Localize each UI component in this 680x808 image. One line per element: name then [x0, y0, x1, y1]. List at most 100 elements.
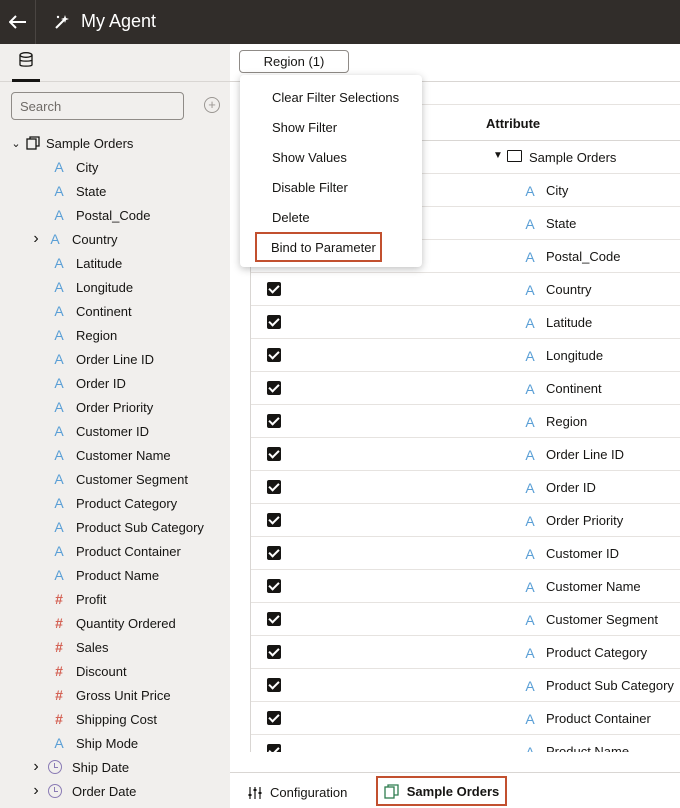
chevron-right-icon[interactable]: ›: [30, 782, 42, 800]
sidebar-item[interactable]: A Product Name: [52, 564, 159, 586]
sidebar-item[interactable]: # Profit: [52, 588, 106, 610]
sidebar-item[interactable]: A Product Sub Category: [52, 516, 204, 538]
sidebar-item[interactable]: A Latitude: [52, 252, 122, 274]
sidebar-item-label: Order Date: [72, 783, 137, 799]
sidebar-item[interactable]: A Order Priority: [52, 396, 153, 418]
sidebar-item[interactable]: # Sales: [52, 636, 109, 658]
sidebar-item-label: Discount: [76, 663, 127, 679]
region-filter-pill[interactable]: Region (1): [239, 50, 349, 73]
page-title: My Agent: [81, 11, 157, 31]
text-type-icon: A: [525, 744, 535, 752]
row-checkbox[interactable]: [267, 414, 281, 428]
menu-item[interactable]: Bind to Parameter: [255, 232, 382, 262]
grid-row-label: Order Priority: [546, 513, 624, 528]
table-row: A Order Priority: [251, 504, 680, 537]
database-icon[interactable]: [12, 52, 40, 82]
sidebar-item-label: Order Priority: [76, 399, 154, 415]
add-circle-icon[interactable]: +: [204, 97, 220, 113]
table-row: A Customer Segment: [251, 603, 680, 636]
tree-root[interactable]: ⌄ Sample Orders: [10, 132, 133, 154]
caret-down-icon[interactable]: ▼: [493, 150, 503, 161]
sidebar-item-label: Product Container: [76, 543, 181, 559]
row-checkbox[interactable]: [267, 381, 281, 395]
row-checkbox[interactable]: [267, 282, 281, 296]
text-type-icon: A: [50, 231, 60, 247]
text-type-icon: A: [525, 579, 535, 595]
sidebar-item-label: Postal_Code: [76, 207, 151, 223]
sidebar-item[interactable]: A Continent: [52, 300, 132, 322]
sidebar-item[interactable]: A State: [52, 180, 106, 202]
sidebar-item[interactable]: A City: [52, 156, 98, 178]
sidebar-tabs: [0, 44, 230, 82]
grid-row-label: Postal_Code: [546, 249, 621, 264]
row-checkbox[interactable]: [267, 447, 281, 461]
sidebar-item-label: Product Sub Category: [76, 519, 204, 535]
row-checkbox[interactable]: [267, 315, 281, 329]
sidebar-item[interactable]: › A Country: [30, 228, 117, 250]
sidebar-item[interactable]: A Ship Mode: [52, 732, 138, 754]
menu-item[interactable]: Clear Filter Selections: [240, 82, 422, 112]
sidebar-item-label: Quantity Ordered: [76, 615, 176, 631]
sidebar-item[interactable]: # Gross Unit Price: [52, 684, 171, 706]
row-checkbox[interactable]: [267, 645, 281, 659]
table-row: A Customer ID: [251, 537, 680, 570]
menu-item[interactable]: Show Filter: [240, 112, 422, 142]
sidebar-item[interactable]: # Shipping Cost: [52, 708, 157, 730]
menu-item[interactable]: Disable Filter: [240, 172, 422, 202]
sidebar-item[interactable]: A Product Category: [52, 492, 177, 514]
table-row: A Region: [251, 405, 680, 438]
table-row: A Product Sub Category: [251, 669, 680, 702]
text-type-icon: A: [54, 159, 64, 175]
chevron-right-icon[interactable]: ›: [30, 230, 42, 248]
text-type-icon: A: [525, 381, 535, 397]
sidebar-item[interactable]: A Postal_Code: [52, 204, 150, 226]
row-checkbox[interactable]: [267, 480, 281, 494]
row-checkbox[interactable]: [267, 546, 281, 560]
sidebar-item[interactable]: # Discount: [52, 660, 127, 682]
row-checkbox[interactable]: [267, 744, 281, 752]
text-type-icon: A: [525, 348, 535, 364]
menu-item[interactable]: Delete: [240, 202, 422, 232]
sidebar-item-label: Continent: [76, 303, 132, 319]
text-type-icon: A: [54, 423, 64, 439]
row-checkbox[interactable]: [267, 711, 281, 725]
sidebar-item[interactable]: A Customer Name: [52, 444, 170, 466]
text-type-icon: A: [525, 678, 535, 694]
row-checkbox[interactable]: [267, 513, 281, 527]
sidebar-item[interactable]: # Quantity Ordered: [52, 612, 176, 634]
sidebar-item[interactable]: A Customer ID: [52, 420, 149, 442]
chevron-down-icon[interactable]: ⌄: [10, 137, 22, 150]
sidebar-item[interactable]: A Region: [52, 324, 117, 346]
tab-configuration[interactable]: Configuration: [248, 785, 347, 800]
tab-sample-orders[interactable]: Sample Orders: [376, 776, 507, 806]
sidebar-item[interactable]: A Customer Segment: [52, 468, 188, 490]
menu-item[interactable]: Show Values: [240, 142, 422, 172]
number-type-icon: #: [55, 591, 63, 607]
row-checkbox[interactable]: [267, 678, 281, 692]
number-type-icon: #: [55, 687, 63, 703]
number-type-icon: #: [55, 711, 63, 727]
sidebar-item[interactable]: A Order ID: [52, 372, 126, 394]
sidebar-item[interactable]: › Ship Date: [30, 756, 129, 778]
row-checkbox[interactable]: [267, 579, 281, 593]
text-type-icon: A: [525, 447, 535, 463]
sidebar-item[interactable]: A Longitude: [52, 276, 133, 298]
sidebar-item[interactable]: A Product Container: [52, 540, 181, 562]
back-arrow-icon[interactable]: [0, 0, 36, 44]
row-checkbox[interactable]: [267, 348, 281, 362]
search-input[interactable]: [11, 92, 184, 120]
text-type-icon: A: [525, 183, 535, 199]
chevron-right-icon[interactable]: ›: [30, 758, 42, 776]
sidebar-item-label: Sales: [76, 639, 109, 655]
sidebar-item[interactable]: › Order Date: [30, 780, 136, 802]
table-row: A Latitude: [251, 306, 680, 339]
clock-icon: [48, 760, 62, 774]
number-type-icon: #: [55, 663, 63, 679]
number-type-icon: #: [55, 615, 63, 631]
table-row: A Product Name: [251, 735, 680, 752]
text-type-icon: A: [54, 279, 64, 295]
grid-row-label: Order Line ID: [546, 447, 625, 462]
row-checkbox[interactable]: [267, 612, 281, 626]
sidebar-item[interactable]: A Order Line ID: [52, 348, 154, 370]
text-type-icon: A: [525, 315, 535, 331]
